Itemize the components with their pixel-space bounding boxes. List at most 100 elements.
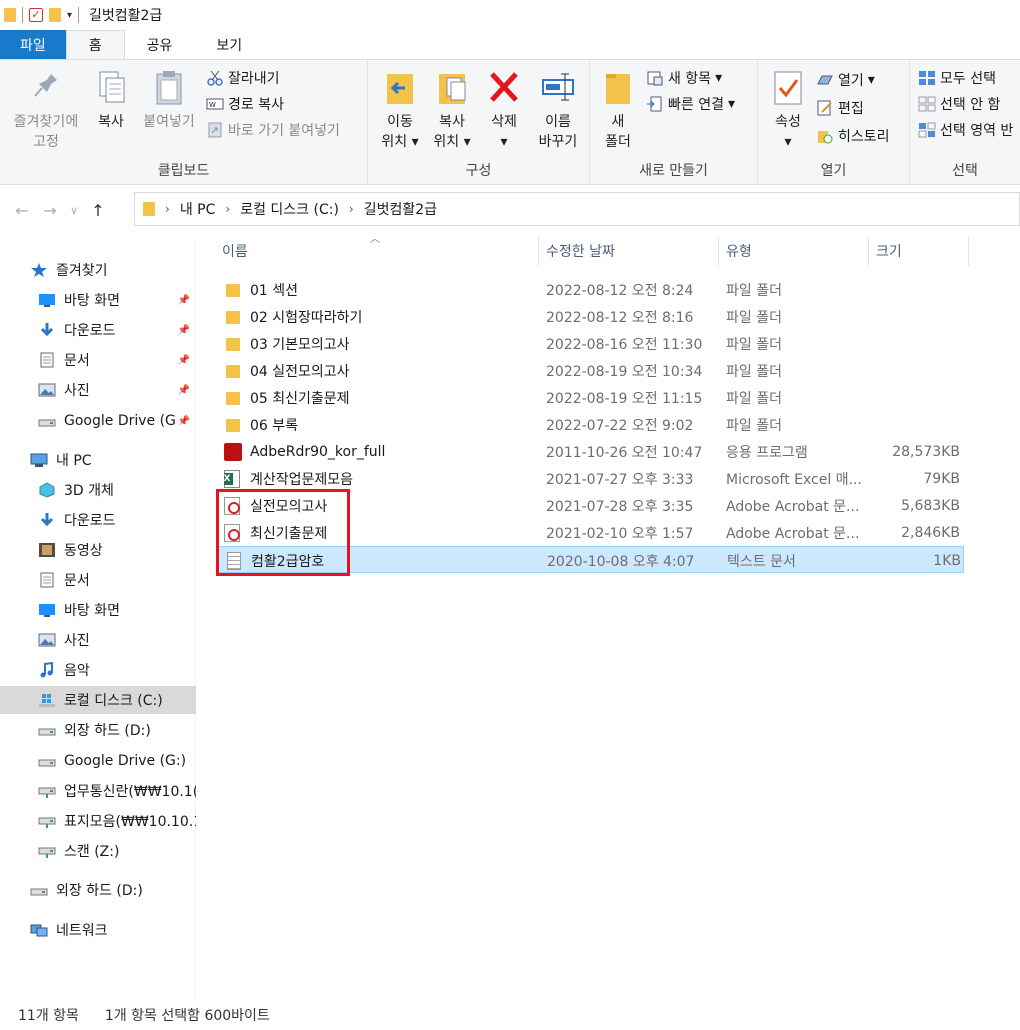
copy-path-button[interactable]: W 경로 복사 bbox=[206, 92, 284, 116]
sidebar-item[interactable]: Google Drive (G:) bbox=[0, 747, 196, 775]
sidebar-item[interactable]: 네트워크 bbox=[0, 916, 196, 944]
select-all-button[interactable]: 모두 선택 bbox=[918, 66, 996, 90]
table-row[interactable]: 계산작업문제모음 2021-07-27 오후 3:33 Microsoft Exce… bbox=[216, 465, 964, 492]
paste-shortcut-button[interactable]: 바로 가기 붙여넣기 bbox=[206, 118, 340, 142]
sidebar-item[interactable]: 즐겨찾기 bbox=[0, 256, 196, 284]
column-divider[interactable] bbox=[538, 236, 539, 266]
sidebar-item[interactable]: 사진 📌 bbox=[0, 376, 196, 404]
tab-share[interactable]: 공유 bbox=[125, 30, 195, 59]
scissors-icon bbox=[206, 70, 224, 86]
edit-button[interactable]: 편집 bbox=[816, 96, 864, 120]
sidebar-item[interactable]: 스캔 (Z:) bbox=[0, 837, 196, 865]
move-to-button[interactable]: 이동 위치 ▾ bbox=[376, 68, 424, 152]
forward-arrow-icon[interactable]: → bbox=[36, 201, 64, 220]
column-header-type[interactable]: 유형 bbox=[726, 236, 870, 266]
sidebar-item[interactable]: Google Drive (G 📌 bbox=[0, 407, 196, 435]
copy-to-button[interactable]: 복사 위치 ▾ bbox=[428, 68, 476, 152]
properties-icon bbox=[771, 68, 805, 108]
file-name: 03 기본모의고사 bbox=[250, 336, 350, 353]
chevron-right-icon[interactable]: › bbox=[165, 202, 170, 216]
sidebar-item[interactable]: 3D 개체 bbox=[0, 476, 196, 504]
breadcrumb-local-disk[interactable]: 로컬 디스크 (C:) bbox=[240, 199, 339, 219]
table-row[interactable]: 05 최신기출문제 2022-08-19 오전 11:15 파일 폴더 bbox=[216, 384, 964, 411]
file-date: 2022-08-12 오전 8:24 bbox=[546, 282, 694, 299]
new-folder-icon[interactable] bbox=[49, 8, 61, 22]
properties-check-icon[interactable]: ✓ bbox=[29, 8, 43, 22]
column-header-date[interactable]: 수정한 날짜 bbox=[546, 236, 720, 266]
easy-access-button[interactable]: 빠른 연결 ▾ bbox=[646, 92, 735, 116]
pin-icon[interactable]: 📌 bbox=[178, 325, 190, 336]
pin-icon bbox=[29, 68, 63, 108]
table-row[interactable]: AdbeRdr90_kor_full 2011-10-26 오전 10:47 응용 … bbox=[216, 438, 964, 465]
pin-icon[interactable]: 📌 bbox=[178, 385, 190, 396]
pin-to-quick-access-button[interactable]: 즐겨찾기에 고정 bbox=[6, 68, 86, 152]
select-none-button[interactable]: 선택 안 함 bbox=[918, 92, 1000, 116]
divider bbox=[22, 7, 23, 23]
table-row[interactable]: 02 시험장따라하기 2022-08-12 오전 8:16 파일 폴더 bbox=[216, 303, 964, 330]
pin-icon[interactable]: 📌 bbox=[178, 295, 190, 306]
table-row[interactable]: 03 기본모의고사 2022-08-16 오전 11:30 파일 폴더 bbox=[216, 330, 964, 357]
tab-view[interactable]: 보기 bbox=[194, 30, 264, 59]
sidebar-item[interactable]: 다운로드 📌 bbox=[0, 316, 196, 344]
quick-access-dropdown-icon[interactable]: ▾ bbox=[67, 10, 72, 21]
sidebar-item[interactable]: 내 PC bbox=[0, 446, 196, 474]
sidebar-item[interactable]: 외장 하드 (D:) bbox=[0, 716, 196, 744]
new-item-button[interactable]: 새 항목 ▾ bbox=[646, 66, 722, 90]
table-row[interactable]: 실전모의고사 2021-07-28 오후 3:35 Adobe Acrobat 문.… bbox=[216, 492, 964, 519]
tab-file[interactable]: 파일 bbox=[0, 30, 66, 59]
column-header-size[interactable]: 크기 bbox=[876, 236, 968, 266]
sidebar-item[interactable]: 바탕 화면 📌 bbox=[0, 286, 196, 314]
sidebar-item-label: 사진 bbox=[64, 633, 90, 649]
column-divider[interactable] bbox=[868, 236, 869, 266]
cut-button[interactable]: 잘라내기 bbox=[206, 66, 280, 90]
table-row[interactable]: 04 실전모의고사 2022-08-19 오전 10:34 파일 폴더 bbox=[216, 357, 964, 384]
tab-home[interactable]: 홈 bbox=[65, 30, 125, 59]
sidebar-item[interactable]: 사진 bbox=[0, 626, 196, 654]
file-date: 2022-07-22 오전 9:02 bbox=[546, 417, 694, 434]
open-label: 열기 bbox=[838, 73, 864, 89]
up-arrow-icon[interactable]: ↑ bbox=[84, 201, 112, 220]
sidebar-item[interactable]: 음악 bbox=[0, 656, 196, 684]
column-divider[interactable] bbox=[968, 236, 969, 266]
sidebar-item[interactable]: 로컬 디스크 (C:) bbox=[0, 686, 196, 714]
file-type: 파일 폴더 bbox=[726, 417, 782, 434]
sidebar-item[interactable]: 동영상 bbox=[0, 536, 196, 564]
delete-button[interactable]: 삭제 ▾ bbox=[482, 68, 526, 152]
pin-icon[interactable]: 📌 bbox=[178, 355, 190, 366]
recent-dropdown-icon[interactable]: ∨ bbox=[64, 204, 84, 217]
breadcrumb-current-folder[interactable]: 길벗컴활2급 bbox=[364, 199, 437, 219]
sidebar-item[interactable]: 표지모음(₩₩10.10.1 bbox=[0, 807, 196, 835]
history-label: 히스토리 bbox=[838, 129, 890, 145]
column-divider[interactable] bbox=[718, 236, 719, 266]
sidebar-item[interactable]: 외장 하드 (D:) bbox=[0, 876, 196, 904]
open-button[interactable]: 열기 ▾ bbox=[816, 68, 875, 92]
folder-icon bbox=[224, 281, 242, 299]
chevron-right-icon[interactable]: › bbox=[225, 202, 230, 216]
new-folder-button[interactable]: 새 폴더 bbox=[598, 68, 638, 152]
sidebar-item[interactable]: 문서 bbox=[0, 566, 196, 594]
sidebar-item[interactable]: 업무통신란(₩₩10.1( bbox=[0, 777, 196, 805]
history-button[interactable]: 히스토리 bbox=[816, 124, 890, 148]
file-size: 28,573KB bbox=[892, 443, 960, 460]
table-row[interactable]: 컴활2급암호 2020-10-08 오후 4:07 텍스트 문서 1KB bbox=[216, 546, 964, 573]
sidebar-item[interactable]: 다운로드 bbox=[0, 506, 196, 534]
address-bar[interactable]: › 내 PC › 로컬 디스크 (C:) › 길벗컴활2급 bbox=[134, 192, 1020, 226]
pin-icon[interactable]: 📌 bbox=[178, 416, 190, 427]
back-arrow-icon[interactable]: ← bbox=[8, 201, 36, 220]
sidebar-item-label: 사진 bbox=[64, 383, 90, 399]
chevron-right-icon[interactable]: › bbox=[349, 202, 354, 216]
rename-button[interactable]: 이름 바꾸기 bbox=[530, 68, 586, 152]
invert-selection-button[interactable]: 선택 영역 반 bbox=[918, 118, 1013, 142]
cut-label: 잘라내기 bbox=[228, 71, 280, 87]
sidebar-item[interactable]: 문서 📌 bbox=[0, 346, 196, 374]
breadcrumb-pc[interactable]: 내 PC bbox=[180, 199, 216, 219]
paste-button[interactable]: 붙여넣기 bbox=[136, 68, 202, 132]
sidebar-item-label: 다운로드 bbox=[64, 513, 116, 529]
column-header-name[interactable]: 이름 bbox=[222, 236, 540, 266]
properties-button[interactable]: 속성 ▾ bbox=[766, 68, 810, 152]
copy-button[interactable]: 복사 bbox=[88, 68, 134, 132]
table-row[interactable]: 최신기출문제 2021-02-10 오후 1:57 Adobe Acrobat 문.… bbox=[216, 519, 964, 546]
table-row[interactable]: 06 부록 2022-07-22 오전 9:02 파일 폴더 bbox=[216, 411, 964, 438]
table-row[interactable]: 01 섹션 2022-08-12 오전 8:24 파일 폴더 bbox=[216, 276, 964, 303]
sidebar-item[interactable]: 바탕 화면 bbox=[0, 596, 196, 624]
